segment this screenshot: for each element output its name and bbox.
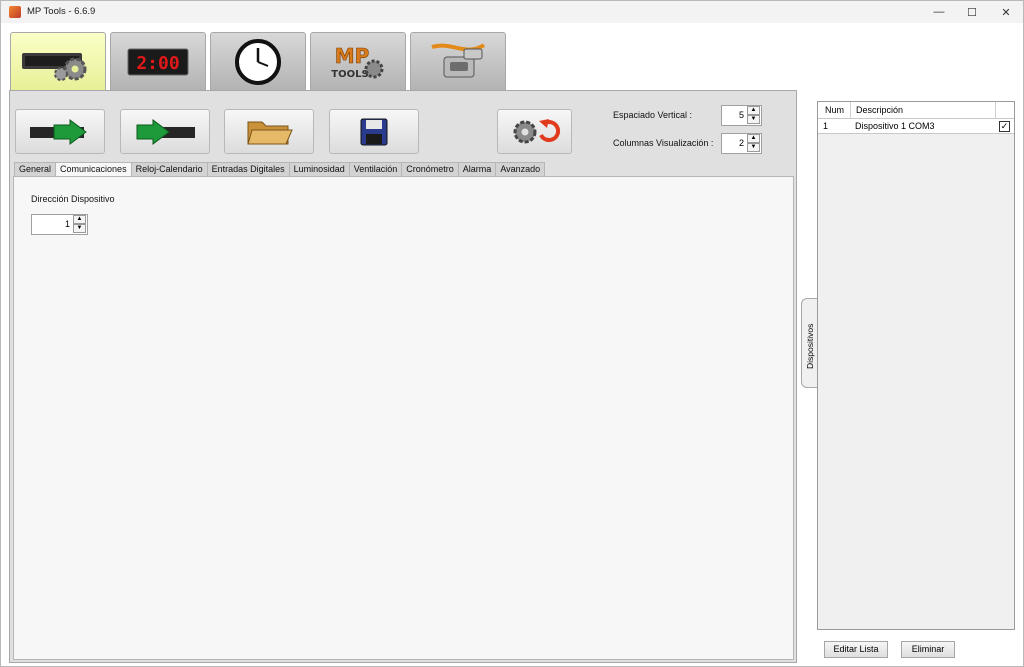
send-to-device-icon (136, 118, 195, 145)
app-window: MP Tools - 6.6.9 — ☐ ✕ 2:00 MP TOOLS Esp… (0, 0, 1024, 667)
send-device-button[interactable] (120, 109, 210, 154)
edit-list-button[interactable]: Editar Lista (824, 641, 888, 658)
vertical-spacing-value: 5 (738, 110, 744, 120)
svg-text:TOOLS: TOOLS (331, 69, 368, 80)
tab-ventilacion[interactable]: Ventilación (348, 162, 403, 176)
vertical-spacing-label: Espaciado Vertical : (613, 110, 693, 120)
open-file-button[interactable] (224, 109, 314, 154)
svg-text:MP: MP (335, 44, 370, 68)
decrement-icon[interactable]: ▼ (73, 224, 86, 233)
minimize-button[interactable]: — (923, 1, 955, 23)
reset-settings-button[interactable] (497, 109, 572, 154)
read-device-button[interactable] (15, 109, 105, 154)
decrement-icon[interactable]: ▼ (747, 115, 760, 124)
device-list: Num Descripción 1 Dispositivo 1 COM3 ✓ (817, 101, 1015, 630)
tab-led-clock[interactable]: 2:00 (110, 32, 206, 90)
tab-cronometro[interactable]: Cronómetro (401, 162, 459, 176)
tab-wall-clock[interactable] (210, 32, 306, 90)
window-title: MP Tools - 6.6.9 (27, 6, 96, 17)
vertical-spacing-stepper[interactable]: 5 ▲ ▼ (721, 105, 762, 126)
column-num[interactable]: Num (825, 105, 844, 115)
column-description[interactable]: Descripción (856, 105, 903, 115)
folder-open-icon (247, 121, 293, 144)
table-row[interactable]: 1 Dispositivo 1 COM3 ✓ (818, 119, 1014, 134)
tab-display-settings[interactable] (10, 32, 106, 92)
increment-icon[interactable]: ▲ (747, 134, 760, 143)
device-num: 1 (823, 121, 829, 131)
tab-luminosidad[interactable]: Luminosidad (288, 162, 350, 176)
columns-value: 2 (738, 138, 744, 148)
increment-icon[interactable]: ▲ (73, 215, 86, 224)
read-from-device-icon (30, 118, 87, 145)
display-settings-icon (22, 52, 87, 81)
devices-handle-label: Dispositivos (805, 323, 815, 369)
device-address-stepper[interactable]: 1 ▲ ▼ (31, 214, 88, 235)
maximize-button[interactable]: ☐ (956, 1, 988, 23)
wall-clock-icon (235, 38, 281, 85)
device-enabled-checkbox[interactable]: ✓ (999, 121, 1010, 132)
tab-alarma[interactable]: Alarma (457, 162, 497, 176)
columns-label: Columnas Visualización : (613, 138, 714, 148)
tab-content-panel: Dirección Dispositivo 1 ▲ ▼ (13, 176, 794, 660)
increment-icon[interactable]: ▲ (747, 106, 760, 115)
tab-communication-cable[interactable] (410, 32, 506, 90)
svg-text:2:00: 2:00 (136, 53, 179, 74)
sub-tab-strip: General Comunicaciones Reloj-Calendario … (14, 162, 546, 177)
device-description: Dispositivo 1 COM3 (855, 121, 935, 131)
main-panel: Espaciado Vertical : 5 ▲ ▼ Columnas Visu… (9, 90, 797, 663)
tab-comunicaciones[interactable]: Comunicaciones (55, 162, 132, 177)
tab-reloj-calendario[interactable]: Reloj-Calendario (130, 162, 208, 176)
device-list-header: Num Descripción (818, 102, 1014, 119)
device-address-value: 1 (64, 219, 70, 229)
save-file-button[interactable] (329, 109, 419, 154)
reset-settings-icon (513, 118, 560, 143)
mp-tools-logo-icon: MP TOOLS (331, 43, 384, 80)
tab-entradas-digitales[interactable]: Entradas Digitales (206, 162, 290, 176)
device-address-label: Dirección Dispositivo (31, 194, 115, 204)
tab-general[interactable]: General (14, 162, 57, 176)
delete-button[interactable]: Eliminar (901, 641, 955, 658)
floppy-save-icon (360, 118, 388, 145)
decrement-icon[interactable]: ▼ (747, 143, 760, 152)
close-button[interactable]: ✕ (990, 1, 1022, 23)
tab-mp-tools[interactable]: MP TOOLS (310, 32, 406, 90)
serial-cable-icon (431, 42, 486, 77)
led-clock-display-icon: 2:00 (127, 48, 189, 75)
title-bar: MP Tools - 6.6.9 — ☐ ✕ (1, 1, 1023, 23)
app-icon (9, 6, 21, 18)
tab-avanzado[interactable]: Avanzado (495, 162, 546, 176)
columns-stepper[interactable]: 2 ▲ ▼ (721, 133, 762, 154)
